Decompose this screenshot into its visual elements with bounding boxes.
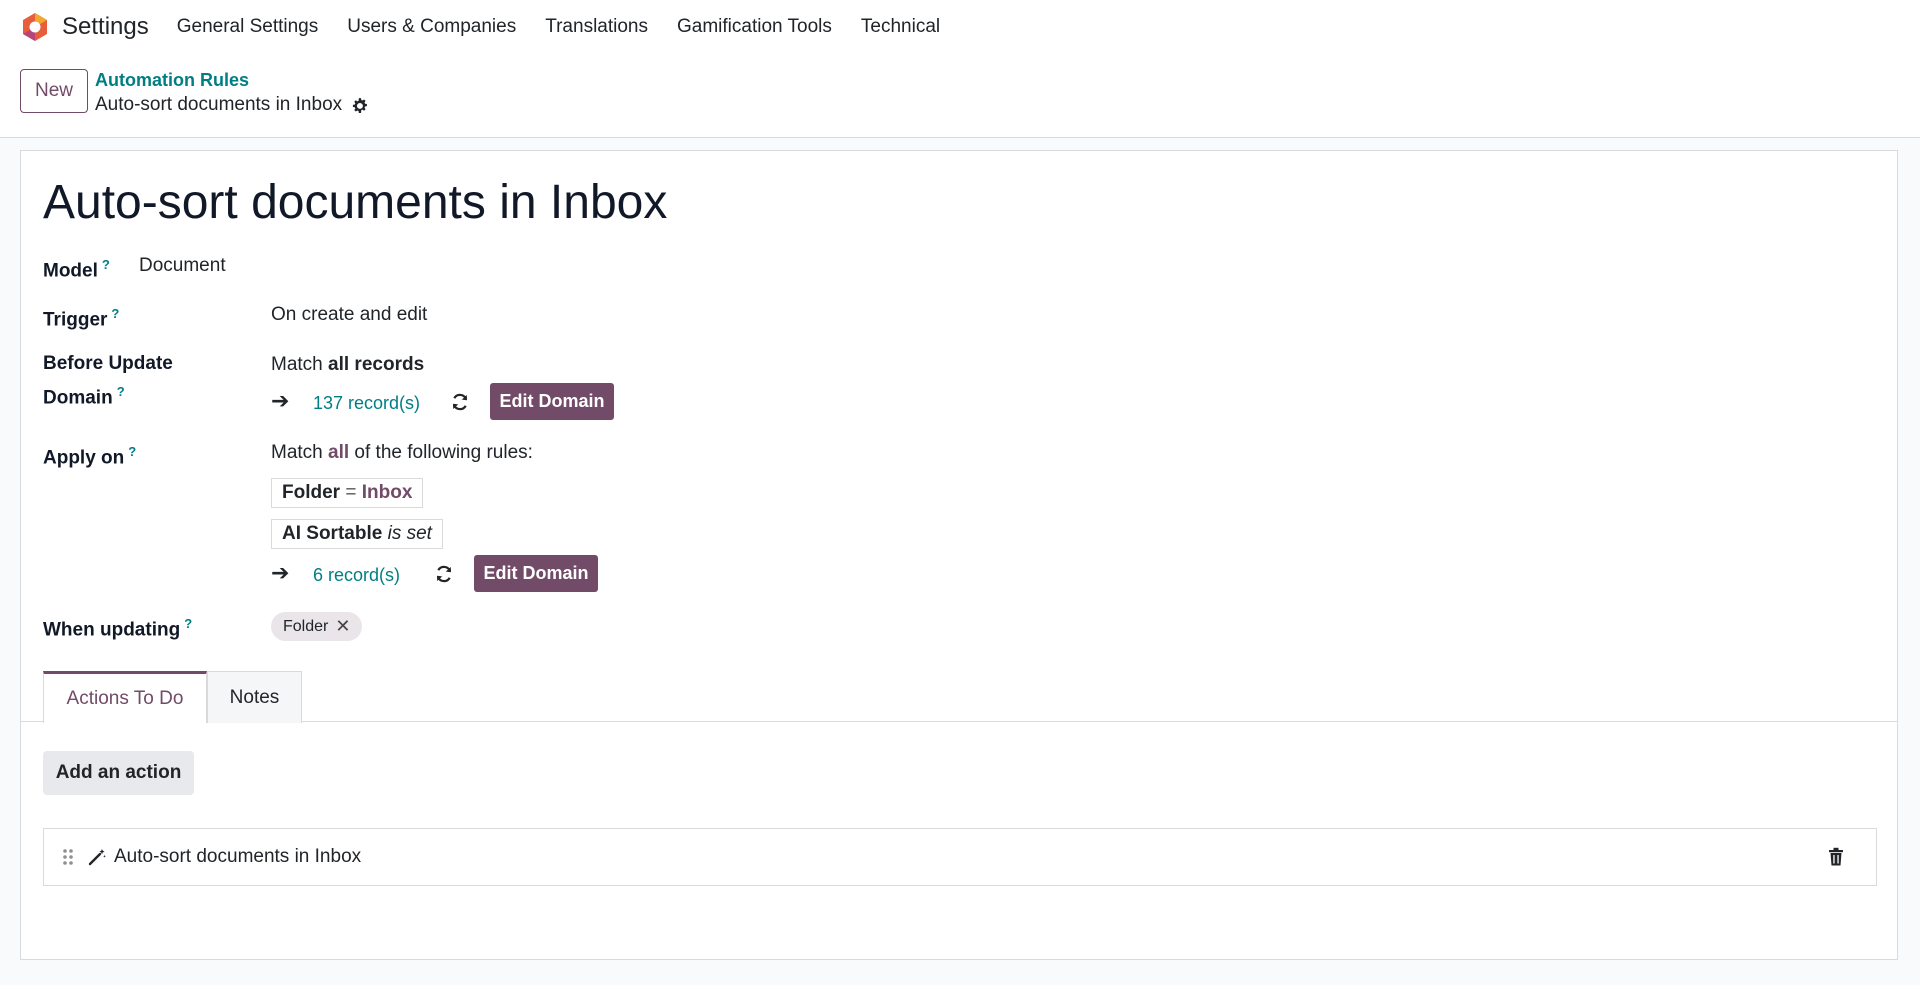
tab-notes[interactable]: Notes	[207, 671, 302, 723]
gear-icon[interactable]	[351, 97, 368, 114]
close-icon[interactable]: ✕	[335, 612, 350, 641]
tabs-divider	[21, 721, 1897, 722]
help-icon[interactable]: ?	[111, 306, 119, 321]
nav-translations[interactable]: Translations	[545, 16, 648, 38]
help-icon[interactable]: ?	[117, 384, 125, 399]
control-panel: New Automation Rules Auto-sort documents…	[0, 54, 1920, 138]
rule1-value: Inbox	[361, 482, 413, 503]
action-name: Auto-sort documents in Inbox	[114, 846, 362, 867]
trigger-value[interactable]: On create and edit	[271, 301, 427, 329]
arrow-right-icon: ➔	[271, 388, 290, 413]
apply-match-bold: all	[328, 442, 350, 463]
before-match-bold: all records	[328, 354, 425, 375]
magic-wand-icon	[88, 848, 106, 866]
refresh-icon[interactable]	[450, 392, 470, 418]
when-updating-label: When updating?	[43, 610, 192, 644]
top-navbar: Settings General Settings Users & Compan…	[0, 0, 1920, 54]
refresh-icon[interactable]	[434, 564, 454, 590]
breadcrumb-current-label: Auto-sort documents in Inbox	[95, 94, 343, 115]
when-updating-label-text: When updating	[43, 619, 181, 641]
trigger-label-text: Trigger	[43, 309, 108, 331]
help-icon[interactable]: ?	[184, 616, 192, 631]
apply-match-prefix: Match	[271, 442, 329, 463]
nav-users-companies[interactable]: Users & Companies	[347, 16, 516, 38]
new-button[interactable]: New	[20, 69, 88, 113]
before-match-prefix: Match	[271, 354, 329, 375]
odoo-logo-icon[interactable]	[20, 12, 50, 42]
before-update-label-line2: Domain	[43, 387, 113, 409]
drag-handle-icon[interactable]	[62, 848, 74, 866]
breadcrumb-automation-rules[interactable]: Automation Rules	[95, 70, 249, 91]
arrow-right-icon: ➔	[271, 560, 290, 585]
rule1-operator: =	[345, 482, 357, 503]
form-sheet: Auto-sort documents in Inbox Model? Docu…	[20, 150, 1898, 960]
add-action-button[interactable]: Add an action	[43, 751, 194, 795]
before-domain-match: Match all records	[271, 351, 424, 379]
when-updating-tag: Folder ✕	[271, 612, 363, 641]
nav-technical[interactable]: Technical	[861, 16, 940, 38]
help-icon[interactable]: ?	[102, 257, 110, 272]
nav-general-settings[interactable]: General Settings	[177, 16, 319, 38]
before-edit-domain-button[interactable]: Edit Domain	[490, 383, 614, 420]
rule2-operator: is set	[387, 523, 432, 544]
list-item[interactable]: Auto-sort documents in Inbox	[43, 828, 1877, 886]
rule1-field: Folder	[282, 482, 341, 503]
breadcrumb-current: Auto-sort documents in Inbox	[95, 94, 368, 116]
before-update-domain-label: Before Update Domain?	[43, 350, 173, 412]
apply-on-label: Apply on?	[43, 438, 136, 472]
before-records-link[interactable]: 137 record(s)	[313, 389, 420, 417]
rule-title[interactable]: Auto-sort documents in Inbox	[43, 175, 667, 230]
apply-domain-match: Match all of the following rules:	[271, 439, 533, 467]
app-name[interactable]: Settings	[62, 13, 149, 41]
apply-records-link[interactable]: 6 record(s)	[313, 561, 400, 589]
tag-label: Folder	[283, 618, 329, 635]
help-icon[interactable]: ?	[128, 444, 136, 459]
before-update-label-line1: Before Update	[43, 353, 173, 374]
model-label-text: Model	[43, 260, 98, 282]
apply-edit-domain-button[interactable]: Edit Domain	[474, 555, 598, 592]
tab-actions-to-do[interactable]: Actions To Do	[43, 671, 207, 723]
domain-rule-ai-sortable[interactable]: AI Sortable is set	[271, 519, 443, 549]
model-value[interactable]: Document	[139, 252, 226, 280]
nav-gamification-tools[interactable]: Gamification Tools	[677, 16, 832, 38]
rule2-field: AI Sortable	[282, 523, 383, 544]
apply-on-label-text: Apply on	[43, 447, 125, 469]
model-label: Model?	[43, 251, 110, 285]
trigger-label: Trigger?	[43, 300, 119, 334]
apply-match-suffix: of the following rules:	[349, 442, 533, 463]
domain-rule-folder[interactable]: Folder = Inbox	[271, 478, 424, 508]
trash-icon[interactable]	[1828, 847, 1844, 866]
